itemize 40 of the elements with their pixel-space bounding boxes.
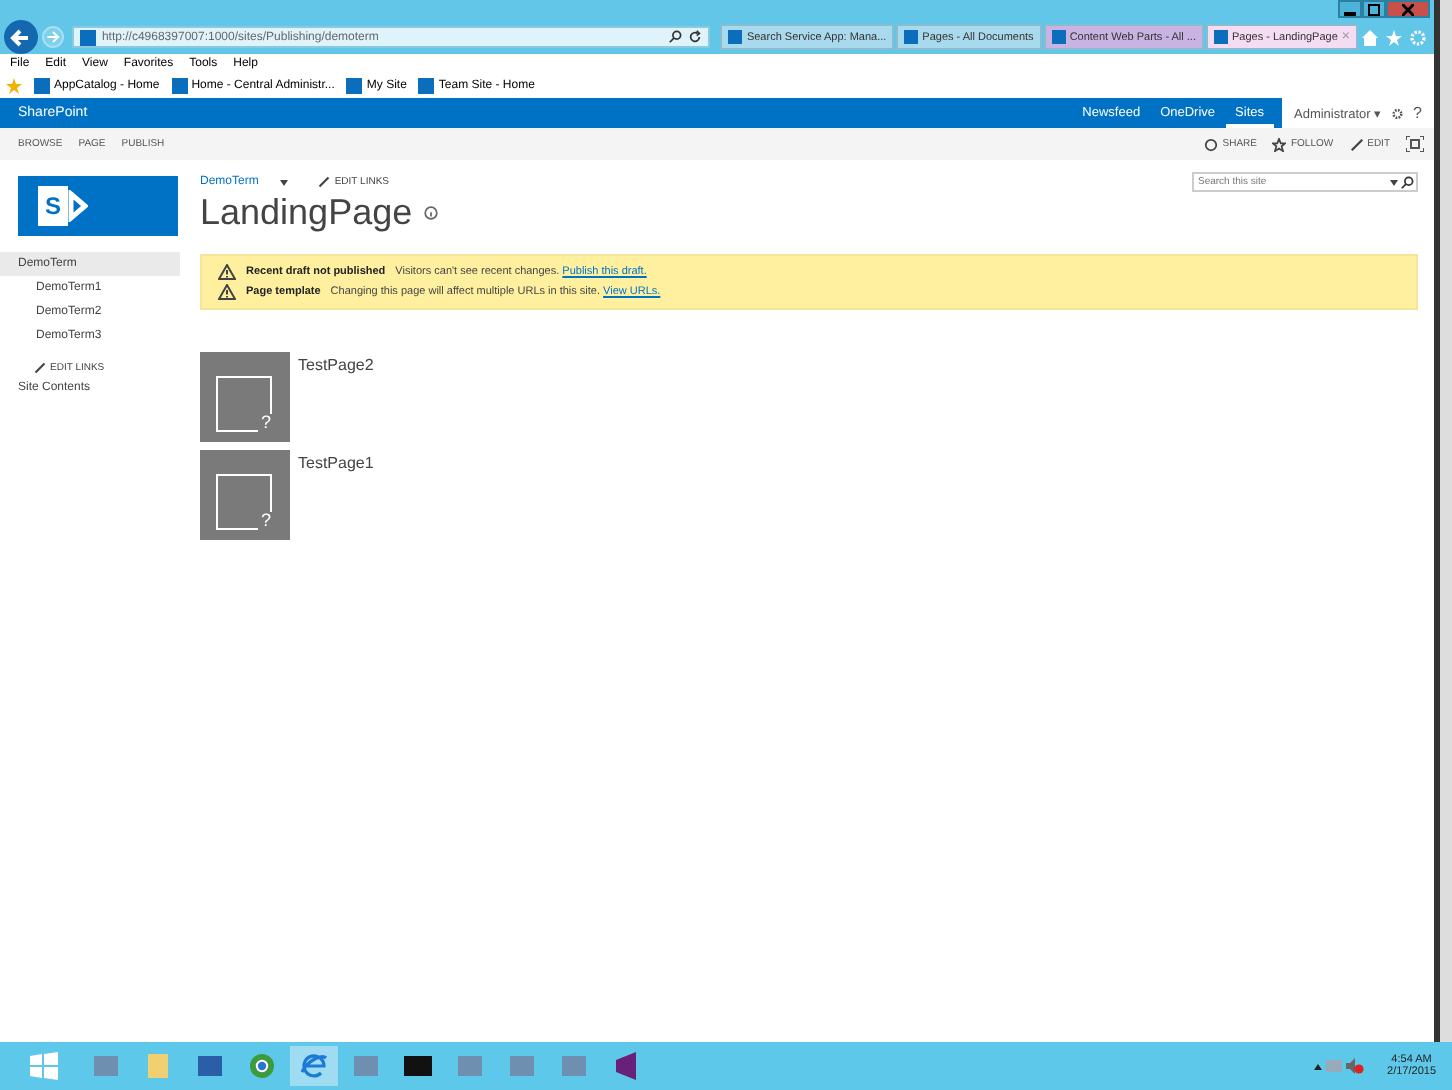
dropdown-caret-icon[interactable]: [280, 179, 289, 185]
start-button[interactable]: [30, 1052, 58, 1080]
info-icon[interactable]: [424, 206, 439, 220]
site-logo-tile[interactable]: S: [18, 176, 178, 236]
search-icon[interactable]: [1400, 175, 1414, 189]
page-link[interactable]: TestPage1: [298, 454, 374, 472]
pencil-icon: [318, 176, 331, 188]
question-mark: ?: [258, 512, 273, 530]
forward-arrow-icon: [45, 30, 60, 44]
ie-icon[interactable]: [290, 1046, 338, 1086]
pencil-icon: [34, 362, 46, 374]
minimize-button[interactable]: [1338, 0, 1362, 18]
favorites-star-icon[interactable]: [6, 77, 22, 93]
star-icon: [1272, 137, 1287, 151]
back-arrow-icon: [10, 27, 31, 47]
settings-icon[interactable]: [1392, 105, 1404, 121]
close-button[interactable]: [1386, 0, 1430, 18]
page-link[interactable]: TestPage2: [298, 356, 374, 374]
chevron-icon: [68, 190, 88, 222]
search-icon[interactable]: [668, 30, 683, 44]
share-icon: [1204, 137, 1219, 151]
help-button[interactable]: ?: [1413, 104, 1422, 122]
speaker-icon[interactable]: [1345, 1058, 1364, 1074]
dropdown-caret-icon[interactable]: [1390, 179, 1398, 185]
page-thumbnail[interactable]: ?: [200, 450, 290, 540]
refresh-icon[interactable]: [688, 30, 703, 44]
pencil-icon: [1349, 137, 1364, 151]
page-title: LandingPage: [200, 192, 413, 234]
question-mark: ?: [258, 414, 273, 432]
page-thumbnail[interactable]: ?: [200, 352, 290, 442]
back-button[interactable]: [4, 20, 38, 54]
close-icon: [1402, 3, 1414, 15]
star-icon[interactable]: [1386, 29, 1402, 45]
restore-button[interactable]: [1362, 0, 1386, 18]
restore-icon: [1368, 3, 1380, 15]
focus-icon[interactable]: [1406, 136, 1424, 152]
logo-letter: S: [38, 186, 68, 226]
warning-icon: [218, 264, 236, 280]
tray-expand-icon[interactable]: [1313, 1063, 1322, 1069]
warning-icon: [218, 284, 236, 300]
